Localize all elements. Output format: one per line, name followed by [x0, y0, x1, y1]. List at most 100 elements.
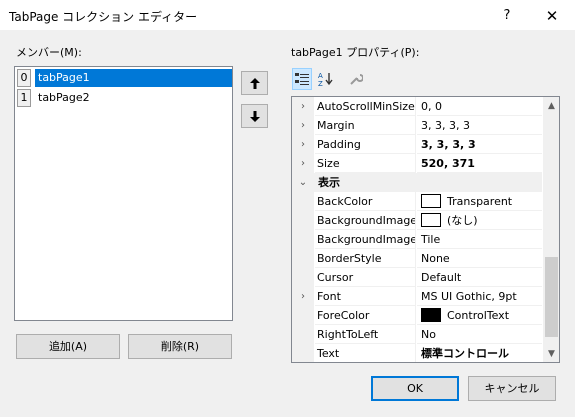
property-row[interactable]: › Margin 3, 3, 3, 3	[292, 116, 542, 135]
property-row[interactable]: BackgroundImageLayout Tile	[292, 230, 542, 249]
property-name: BackColor	[315, 192, 416, 211]
property-row[interactable]: ForeColor ControlText	[292, 306, 542, 325]
sort-alphabetical-icon: A Z	[318, 72, 333, 87]
property-row[interactable]: › Size 520, 371	[292, 154, 542, 173]
arrow-up-icon	[249, 77, 260, 89]
property-toolbar: A Z	[290, 68, 390, 92]
property-value[interactable]: 3, 3, 3, 3	[417, 135, 542, 154]
row-gutter	[292, 344, 314, 362]
alphabetical-button[interactable]: A Z	[316, 68, 336, 90]
property-name: Padding	[315, 135, 416, 154]
property-value[interactable]: Tile	[417, 230, 542, 249]
property-name: Margin	[315, 116, 416, 135]
ok-button[interactable]: OK	[371, 376, 459, 401]
property-row[interactable]: Cursor Default	[292, 268, 542, 287]
property-row[interactable]: › AutoScrollMinSize 0, 0	[292, 97, 542, 116]
scrollbar-thumb[interactable]	[545, 257, 558, 337]
category-name: 表示	[318, 176, 340, 189]
property-row[interactable]: Text 標準コントロール	[292, 344, 542, 362]
member-index: 1	[17, 89, 31, 107]
property-value[interactable]: 標準コントロール	[417, 344, 542, 362]
property-value[interactable]: (なし)	[417, 211, 542, 230]
property-value-text: Transparent	[447, 195, 513, 208]
property-value-text: 標準コントロール	[421, 347, 509, 360]
row-gutter	[292, 306, 314, 325]
color-swatch	[421, 308, 441, 322]
collapse-icon[interactable]: ⌄	[292, 173, 314, 192]
property-value-text: No	[421, 328, 436, 341]
row-gutter	[292, 249, 314, 268]
property-name: BackgroundImageLayout	[315, 230, 416, 249]
property-value[interactable]: No	[417, 325, 542, 344]
property-name: BackgroundImage	[315, 211, 416, 230]
members-list[interactable]: 0 tabPage1 1 tabPage2	[14, 66, 233, 321]
add-button[interactable]: 追加(A)	[16, 334, 120, 359]
property-name: AutoScrollMinSize	[315, 97, 416, 116]
property-value[interactable]: None	[417, 249, 542, 268]
property-value[interactable]: 520, 371	[417, 154, 542, 173]
properties-label: tabPage1 プロパティ(P):	[291, 46, 420, 59]
member-item[interactable]: 0 tabPage1	[17, 69, 232, 87]
title-bar: TabPage コレクション エディター ? ✕	[0, 0, 575, 31]
property-grid-scrollbar[interactable]: ▲ ▼	[543, 97, 559, 362]
property-value-text: ControlText	[447, 309, 510, 322]
property-grid[interactable]: › AutoScrollMinSize 0, 0 › Margin 3, 3, 3, 3 ›…	[291, 96, 560, 363]
member-item[interactable]: 1 tabPage2	[17, 89, 232, 107]
property-value-text: 520, 371	[421, 157, 475, 170]
property-value[interactable]: Default	[417, 268, 542, 287]
expand-icon[interactable]: ›	[292, 287, 314, 306]
property-name: Text	[315, 344, 416, 362]
expand-icon[interactable]: ›	[292, 97, 314, 116]
svg-text:Z: Z	[318, 80, 323, 87]
property-name: Cursor	[315, 268, 416, 287]
property-value[interactable]: MS UI Gothic, 9pt	[417, 287, 542, 306]
property-name: ForeColor	[315, 306, 416, 325]
property-row[interactable]: › Padding 3, 3, 3, 3	[292, 135, 542, 154]
property-name: RightToLeft	[315, 325, 416, 344]
move-down-button[interactable]	[241, 104, 268, 128]
help-button[interactable]: ?	[484, 0, 530, 31]
move-up-button[interactable]	[241, 71, 268, 95]
property-value[interactable]: ControlText	[417, 306, 542, 325]
property-name: Size	[315, 154, 416, 173]
member-name: tabPage2	[38, 91, 90, 104]
arrow-down-icon	[249, 110, 260, 122]
property-value-text: 0, 0	[421, 100, 442, 113]
property-pages-button[interactable]	[346, 68, 366, 90]
property-value-text: Tile	[421, 233, 441, 246]
property-row[interactable]: BackColor Transparent	[292, 192, 542, 211]
property-value-text: None	[421, 252, 450, 265]
row-gutter	[292, 230, 314, 249]
delete-button[interactable]: 削除(R)	[128, 334, 232, 359]
row-gutter	[292, 211, 314, 230]
scroll-up-icon[interactable]: ▲	[543, 97, 559, 114]
property-name: Font	[315, 287, 416, 306]
property-value[interactable]: 3, 3, 3, 3	[417, 116, 542, 135]
categorized-icon	[295, 73, 309, 85]
property-value[interactable]: 0, 0	[417, 97, 542, 116]
expand-icon[interactable]: ›	[292, 135, 314, 154]
property-name: BorderStyle	[315, 249, 416, 268]
property-value-text: 3, 3, 3, 3	[421, 119, 470, 132]
property-value-text: 3, 3, 3, 3	[421, 138, 476, 151]
property-row[interactable]: BackgroundImage (なし)	[292, 211, 542, 230]
member-name: tabPage1	[35, 69, 232, 87]
close-button[interactable]: ✕	[529, 0, 575, 31]
property-value-text: (なし)	[447, 214, 478, 227]
property-category[interactable]: ⌄ 表示	[292, 173, 542, 192]
property-value[interactable]: Transparent	[417, 192, 542, 211]
expand-icon[interactable]: ›	[292, 154, 314, 173]
row-gutter	[292, 325, 314, 344]
property-value-text: Default	[421, 271, 462, 284]
color-swatch	[421, 194, 441, 208]
property-row[interactable]: BorderStyle None	[292, 249, 542, 268]
categorized-button[interactable]	[292, 68, 312, 90]
members-label: メンバー(M):	[16, 46, 82, 59]
wrench-icon	[350, 74, 363, 85]
window-title: TabPage コレクション エディター	[9, 10, 198, 24]
scroll-down-icon[interactable]: ▼	[543, 345, 559, 362]
property-row[interactable]: RightToLeft No	[292, 325, 542, 344]
property-row[interactable]: › Font MS UI Gothic, 9pt	[292, 287, 542, 306]
expand-icon[interactable]: ›	[292, 116, 314, 135]
cancel-button[interactable]: キャンセル	[468, 376, 556, 401]
